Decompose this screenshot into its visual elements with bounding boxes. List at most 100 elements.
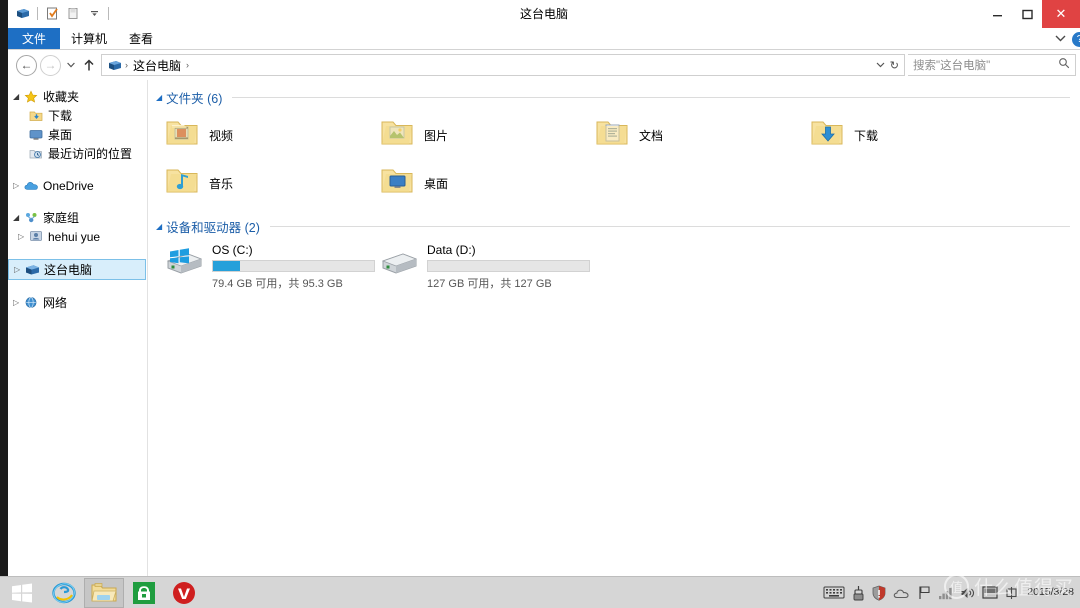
file-explorer-window: 这台电脑 ✕ 文件 计算机 查看 ? xyxy=(8,0,1080,576)
vivaldi-icon[interactable] xyxy=(164,578,204,608)
expand-ribbon-chevron-down-icon[interactable] xyxy=(1054,30,1067,48)
drive-label: OS (C:) xyxy=(212,243,253,257)
folder-item-pictures[interactable]: 图片 xyxy=(379,111,594,159)
hard-drive-icon xyxy=(379,242,419,281)
system-menu-icon[interactable] xyxy=(14,5,32,23)
folder-label: 图片 xyxy=(424,128,449,143)
address-dropdown-chevron-down-icon[interactable] xyxy=(876,59,885,71)
folder-label: 视频 xyxy=(209,128,234,143)
search-icon[interactable] xyxy=(1058,56,1070,74)
collapse-chevron-icon[interactable]: ▷ xyxy=(13,181,24,190)
collapse-chevron-icon[interactable]: ▷ xyxy=(13,298,24,307)
title-bar: 这台电脑 ✕ xyxy=(8,0,1080,28)
user-icon xyxy=(29,230,48,243)
drive-capacity-text: 127 GB 可用，共 127 GB xyxy=(427,278,552,290)
videos-folder-icon xyxy=(164,117,200,154)
network-icon xyxy=(24,296,43,309)
new-folder-icon[interactable] xyxy=(64,5,82,23)
sidebar-item-hehui-yue[interactable]: ▷ hehui yue xyxy=(8,227,147,246)
sidebar-item-downloads[interactable]: 下载 xyxy=(8,106,147,125)
folder-label: 文档 xyxy=(639,128,664,143)
folder-item-music[interactable]: 音乐 xyxy=(164,159,379,207)
back-button[interactable]: ← xyxy=(16,54,37,76)
ribbon-tab-bar: 文件 计算机 查看 ? xyxy=(8,28,1080,50)
folders-group-header[interactable]: ◢ 文件夹 (6) xyxy=(156,88,1080,107)
downloads-folder-icon xyxy=(29,109,48,122)
help-icon[interactable]: ? xyxy=(1072,31,1080,47)
group-divider xyxy=(269,226,1070,227)
breadcrumb-this-pc[interactable]: 这台电脑 xyxy=(131,57,183,74)
properties-icon[interactable] xyxy=(43,5,61,23)
this-pc-icon xyxy=(25,263,44,276)
expand-chevron-icon[interactable]: ◢ xyxy=(13,92,24,101)
sidebar-item-recent-places[interactable]: 最近访问的位置 xyxy=(8,144,147,163)
address-bar[interactable]: › 这台电脑 › ↻ xyxy=(101,54,905,76)
customize-qat-icon[interactable] xyxy=(85,5,103,23)
sidebar-item-label: 这台电脑 xyxy=(44,263,93,277)
touch-keyboard-icon[interactable] xyxy=(823,585,845,600)
collapse-chevron-icon[interactable]: ▷ xyxy=(14,265,25,274)
sidebar-item-network[interactable]: ▷ 网络 xyxy=(8,293,147,312)
group-divider xyxy=(232,97,1070,98)
folder-item-downloads[interactable]: 下载 xyxy=(809,111,1024,159)
tab-file[interactable]: 文件 xyxy=(8,28,61,49)
sidebar-item-desktop[interactable]: 桌面 xyxy=(8,125,147,144)
internet-explorer-icon[interactable] xyxy=(44,578,84,608)
network-signal-icon[interactable] xyxy=(938,586,953,600)
file-explorer-icon[interactable] xyxy=(84,577,124,608)
windows-store-icon[interactable] xyxy=(124,578,164,608)
close-button[interactable]: ✕ xyxy=(1042,0,1080,28)
system-tray: 2015/3/28 xyxy=(823,577,1080,608)
drives-grid: OS (C:) 79.4 GB 可用，共 95.3 GB Data (D:) 1… xyxy=(164,242,1080,291)
window-title: 这台电脑 xyxy=(519,6,568,21)
expand-chevron-icon[interactable]: ◢ xyxy=(13,213,24,222)
folder-item-documents[interactable]: 文档 xyxy=(594,111,809,159)
homegroup-icon xyxy=(24,211,43,224)
collapse-group-chevron-icon[interactable]: ◢ xyxy=(156,93,162,102)
minimize-button[interactable] xyxy=(982,0,1012,28)
sidebar-item-label: hehui yue xyxy=(48,229,101,244)
this-pc-breadcrumb-icon xyxy=(106,59,122,72)
sidebar-item-label: 最近访问的位置 xyxy=(48,147,133,161)
start-button[interactable] xyxy=(0,577,44,608)
refresh-icon[interactable]: ↻ xyxy=(890,59,899,72)
up-button[interactable] xyxy=(80,55,98,75)
forward-button[interactable]: → xyxy=(40,54,61,76)
flag-icon[interactable] xyxy=(918,585,931,600)
breadcrumb-separator-1[interactable]: › xyxy=(186,60,189,70)
drive-item-data-d[interactable]: Data (D:) 127 GB 可用，共 127 GB xyxy=(379,242,594,291)
tab-computer[interactable]: 计算机 xyxy=(60,28,118,49)
folder-label: 桌面 xyxy=(424,176,449,191)
drive-item-os-c[interactable]: OS (C:) 79.4 GB 可用，共 95.3 GB xyxy=(164,242,379,291)
sidebar-item-this-pc[interactable]: ▷ 这台电脑 xyxy=(8,259,146,280)
ime-icon[interactable] xyxy=(982,585,998,600)
clock-date[interactable]: 2015/3/28 xyxy=(1025,586,1074,598)
usb-eject-icon[interactable] xyxy=(852,585,865,601)
onedrive-tray-icon[interactable] xyxy=(893,587,911,599)
ime-mode-icon[interactable] xyxy=(1005,586,1018,600)
volume-icon[interactable] xyxy=(960,586,975,600)
drive-label: Data (D:) xyxy=(427,243,476,257)
sidebar-item-favorites[interactable]: ◢ 收藏夹 xyxy=(8,87,147,106)
history-dropdown-icon[interactable] xyxy=(64,55,77,75)
collapse-group-chevron-icon[interactable]: ◢ xyxy=(156,222,162,231)
onedrive-cloud-icon xyxy=(24,180,43,191)
drives-group-header[interactable]: ◢ 设备和驱动器 (2) xyxy=(156,217,1080,236)
collapse-chevron-icon[interactable]: ▷ xyxy=(18,232,29,241)
folder-item-desktop[interactable]: 桌面 xyxy=(379,159,594,207)
window-controls: ✕ xyxy=(982,0,1080,28)
search-box[interactable]: 搜索"这台电脑" xyxy=(908,54,1076,76)
folder-item-videos[interactable]: 视频 xyxy=(164,111,379,159)
quick-access-toolbar xyxy=(8,0,111,27)
security-shield-icon[interactable] xyxy=(872,585,886,601)
taskbar: 2015/3/28 xyxy=(0,576,1080,608)
sidebar-item-homegroup[interactable]: ◢ 家庭组 xyxy=(8,208,147,227)
sidebar-item-onedrive[interactable]: ▷ OneDrive xyxy=(8,176,147,195)
documents-folder-icon xyxy=(594,117,630,154)
tab-view[interactable]: 查看 xyxy=(118,28,164,49)
maximize-button[interactable] xyxy=(1012,0,1042,28)
search-input[interactable]: 搜索"这台电脑" xyxy=(913,57,1058,73)
address-bar-controls: ↻ xyxy=(876,59,902,72)
